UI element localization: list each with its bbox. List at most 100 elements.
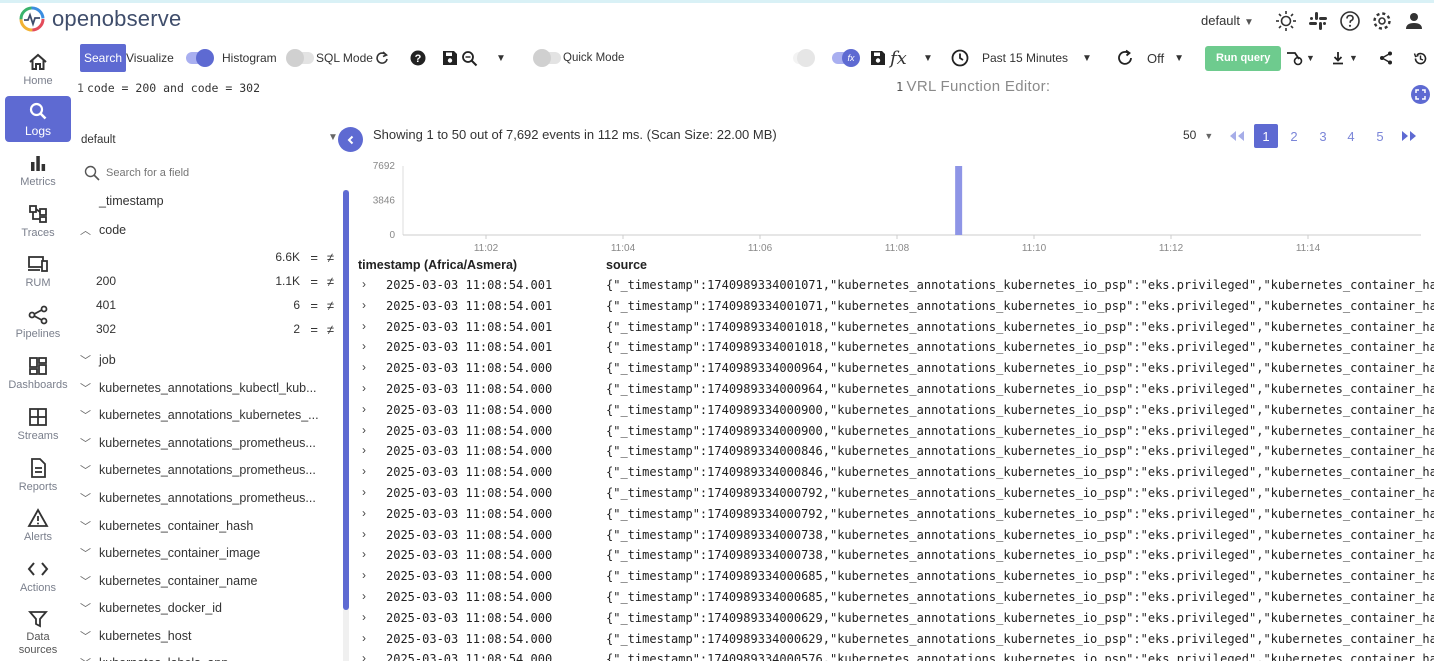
chevron-down-icon[interactable]: ﹀ <box>80 352 94 368</box>
page-4-button[interactable]: 4 <box>1339 124 1363 148</box>
theme-toggle-icon[interactable] <box>1274 9 1298 33</box>
table-row[interactable]: › 2025-03-03 11:08:54.000 {"_timestamp":17… <box>358 546 1434 567</box>
reset-query-icon[interactable] <box>375 44 389 72</box>
field-code[interactable]: ︿ code <box>80 222 126 238</box>
field-item[interactable]: ﹀ kubernetes_annotations_prometheus... <box>80 435 316 451</box>
fields-scrollbar-thumb[interactable] <box>343 190 349 610</box>
first-page-icon[interactable] <box>1225 124 1249 148</box>
expand-row-chevron-icon[interactable]: › <box>362 568 366 582</box>
exclude-not-equals-icon[interactable]: ≠ <box>327 274 334 289</box>
field-item[interactable]: ﹀ kubernetes_host <box>80 628 191 644</box>
expand-row-chevron-icon[interactable]: › <box>362 360 366 374</box>
user-profile-icon[interactable] <box>1402 9 1426 33</box>
field-item[interactable]: ﹀ kubernetes_annotations_prometheus... <box>80 462 316 478</box>
chevron-down-icon[interactable]: ﹀ <box>80 545 94 561</box>
page-size-selector[interactable]: 50 ▼ <box>1183 128 1213 142</box>
field-item[interactable]: ﹀ kubernetes_annotations_kubectl_kub... <box>80 380 317 396</box>
chevron-down-icon[interactable]: ﹀ <box>80 600 94 616</box>
nav-rum[interactable]: RUM <box>5 248 71 294</box>
saved-searches-icon[interactable] <box>461 44 478 72</box>
expand-row-chevron-icon[interactable]: › <box>362 381 366 395</box>
save-search-icon[interactable] <box>442 44 458 72</box>
table-row[interactable]: › 2025-03-03 11:08:54.000 {"_timestamp":17… <box>358 484 1434 505</box>
chevron-down-icon[interactable]: ﹀ <box>80 462 94 478</box>
function-fx-icon[interactable]: fx <box>890 44 907 72</box>
last-page-icon[interactable] <box>1397 124 1421 148</box>
cancel-query-icon[interactable]: ▼ <box>1286 44 1315 72</box>
field-timestamp[interactable]: _timestamp <box>80 194 164 208</box>
field-item[interactable]: ﹀ kubernetes_container_hash <box>80 518 253 534</box>
expand-row-chevron-icon[interactable]: › <box>362 402 366 416</box>
table-row[interactable]: › 2025-03-03 11:08:54.000 {"_timestamp":17… <box>358 567 1434 588</box>
expand-row-chevron-icon[interactable]: › <box>362 443 366 457</box>
field-search[interactable] <box>84 165 286 181</box>
expand-row-chevron-icon[interactable]: › <box>362 506 366 520</box>
sql-mode-switch[interactable] <box>286 49 314 67</box>
function-menu-caret-icon[interactable]: ▼ <box>923 44 933 72</box>
function-switch[interactable]: fx <box>832 49 860 67</box>
include-equals-icon[interactable]: = <box>310 274 318 289</box>
chevron-up-icon[interactable]: ︿ <box>80 222 94 238</box>
fullscreen-button[interactable] <box>1411 85 1430 104</box>
table-row[interactable]: › 2025-03-03 11:08:54.000 {"_timestamp":17… <box>358 630 1434 651</box>
page-2-button[interactable]: 2 <box>1282 124 1306 148</box>
field-item[interactable]: ﹀ kubernetes_annotations_prometheus... <box>80 490 316 506</box>
table-row[interactable]: › 2025-03-03 11:08:54.001 {"_timestamp":17… <box>358 338 1434 359</box>
expand-row-chevron-icon[interactable]: › <box>362 527 366 541</box>
save-function-icon[interactable] <box>870 44 886 72</box>
table-row[interactable]: › 2025-03-03 11:08:54.001 {"_timestamp":17… <box>358 297 1434 318</box>
field-item[interactable]: ﹀ kubernetes_annotations_kubernetes_... <box>80 407 319 423</box>
auto-refresh-selector[interactable]: Off ▼ <box>1116 44 1184 72</box>
nav-actions[interactable]: Actions <box>5 553 71 599</box>
expand-row-chevron-icon[interactable]: › <box>362 339 366 353</box>
table-row[interactable]: › 2025-03-03 11:08:54.000 {"_timestamp":17… <box>358 442 1434 463</box>
page-1-button[interactable]: 1 <box>1254 124 1278 148</box>
search-tab-button[interactable]: Search <box>80 44 127 72</box>
history-icon[interactable] <box>1413 44 1428 72</box>
table-row[interactable]: › 2025-03-03 11:08:54.000 {"_timestamp":17… <box>358 650 1434 661</box>
chevron-down-icon[interactable]: ﹀ <box>80 490 94 506</box>
nav-reports[interactable]: Reports <box>5 452 71 498</box>
expand-row-chevron-icon[interactable]: › <box>362 651 366 661</box>
include-equals-icon[interactable]: = <box>310 322 318 337</box>
page-5-button[interactable]: 5 <box>1368 124 1392 148</box>
table-row[interactable]: › 2025-03-03 11:08:54.000 {"_timestamp":17… <box>358 401 1434 422</box>
nav-alerts[interactable]: Alerts <box>5 502 71 548</box>
chevron-down-icon[interactable]: ﹀ <box>80 573 94 589</box>
chevron-down-icon[interactable]: ﹀ <box>80 518 94 534</box>
nav-metrics[interactable]: Metrics <box>5 147 71 193</box>
nav-traces[interactable]: Traces <box>5 198 71 244</box>
expand-row-chevron-icon[interactable]: › <box>362 547 366 561</box>
table-row[interactable]: › 2025-03-03 11:08:54.000 {"_timestamp":17… <box>358 609 1434 630</box>
vrl-function-editor[interactable]: 1 VRL Function Editor: <box>896 78 1050 95</box>
chevron-down-icon[interactable]: ﹀ <box>80 380 94 396</box>
histogram-toggle[interactable]: Histogram <box>186 44 277 72</box>
chevron-down-icon[interactable]: ﹀ <box>80 407 94 423</box>
field-item[interactable]: ﹀ kubernetes_container_name <box>80 573 257 589</box>
field-item[interactable]: ﹀ kubernetes_docker_id <box>80 600 222 616</box>
nav-streams[interactable]: Streams <box>5 401 71 447</box>
table-row[interactable]: › 2025-03-03 11:08:54.000 {"_timestamp":17… <box>358 380 1434 401</box>
include-equals-icon[interactable]: = <box>310 298 318 313</box>
page-3-button[interactable]: 3 <box>1311 124 1335 148</box>
help-icon[interactable] <box>1338 9 1362 33</box>
expand-row-chevron-icon[interactable]: › <box>362 464 366 478</box>
table-row[interactable]: › 2025-03-03 11:08:54.001 {"_timestamp":17… <box>358 276 1434 297</box>
syntax-help-icon[interactable]: ? <box>410 44 426 72</box>
table-row[interactable]: › 2025-03-03 11:08:54.000 {"_timestamp":17… <box>358 422 1434 443</box>
settings-gear-icon[interactable] <box>1370 9 1394 33</box>
exclude-not-equals-icon[interactable]: ≠ <box>327 322 334 337</box>
slack-icon[interactable] <box>1306 9 1330 33</box>
sql-mode-toggle[interactable]: SQL Mode <box>286 44 373 72</box>
nav-pipelines[interactable]: Pipelines <box>5 299 71 345</box>
histogram-switch[interactable] <box>186 49 214 67</box>
field-item[interactable]: ﹀ job <box>80 352 116 368</box>
quick-mode-switch[interactable] <box>533 49 561 67</box>
expand-row-chevron-icon[interactable]: › <box>362 589 366 603</box>
table-row[interactable]: › 2025-03-03 11:08:54.000 {"_timestamp":17… <box>358 526 1434 547</box>
query-editor[interactable]: 1 code = 200 and code = 302 <box>77 81 260 95</box>
vrl-toggle-off[interactable] <box>793 44 815 72</box>
stream-selector[interactable]: default <box>81 134 116 146</box>
expand-row-chevron-icon[interactable]: › <box>362 319 366 333</box>
expand-row-chevron-icon[interactable]: › <box>362 277 366 291</box>
